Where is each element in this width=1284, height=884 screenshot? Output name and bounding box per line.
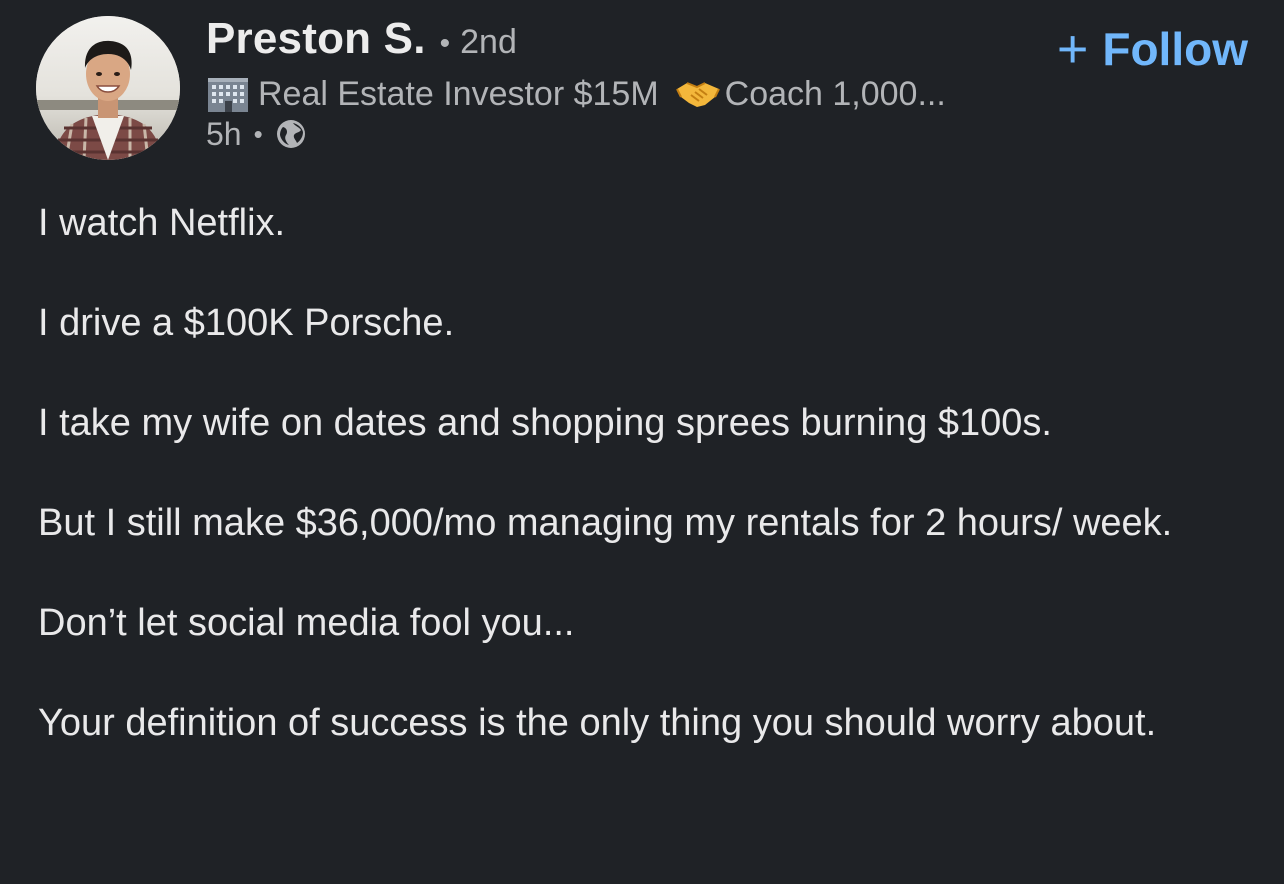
post-paragraph: Don’t let social media fool you...	[38, 602, 575, 644]
name-separator: •	[439, 27, 451, 60]
post-time-row: 5h •	[206, 114, 1006, 154]
author-meta: Preston S. • 2nd Real Estate Investor $1…	[206, 14, 1006, 154]
post-header: Preston S. • 2nd Real Estate Investor $1…	[36, 14, 1248, 164]
follow-button[interactable]: + Follow	[1057, 22, 1248, 76]
feed-post: Preston S. • 2nd Real Estate Investor $1…	[0, 0, 1284, 884]
post-time: 5h	[206, 115, 242, 152]
author-avatar[interactable]	[36, 16, 180, 160]
name-row: Preston S. • 2nd	[206, 14, 1006, 78]
globe-icon	[276, 120, 305, 148]
author-headline: Real Estate Investor $15M Coach 1,000...	[206, 74, 1006, 114]
headline-text-2: Coach 1,000...	[724, 74, 946, 113]
follow-label: Follow	[1102, 23, 1248, 75]
post-paragraph: But I still make $36,000/mo managing my …	[38, 502, 1173, 544]
handshake-icon	[675, 82, 720, 107]
author-name[interactable]: Preston S.	[206, 14, 426, 64]
post-paragraph: I drive a $100K Porsche.	[38, 302, 455, 344]
post-paragraph: I watch Netflix.	[38, 202, 286, 244]
post-paragraph: I take my wife on dates and shopping spr…	[38, 402, 1052, 444]
connection-degree: 2nd	[460, 23, 517, 61]
post-body: I watch Netflix. I drive a $100K Porsche…	[38, 198, 1238, 748]
plus-icon: +	[1056, 19, 1089, 79]
avatar-photo-icon	[36, 16, 180, 160]
building-icon	[208, 78, 248, 112]
headline-text-1: Real Estate Investor $15M	[258, 74, 659, 113]
time-separator: •	[253, 118, 263, 149]
post-paragraph: Your definition of success is the only t…	[38, 702, 1157, 744]
